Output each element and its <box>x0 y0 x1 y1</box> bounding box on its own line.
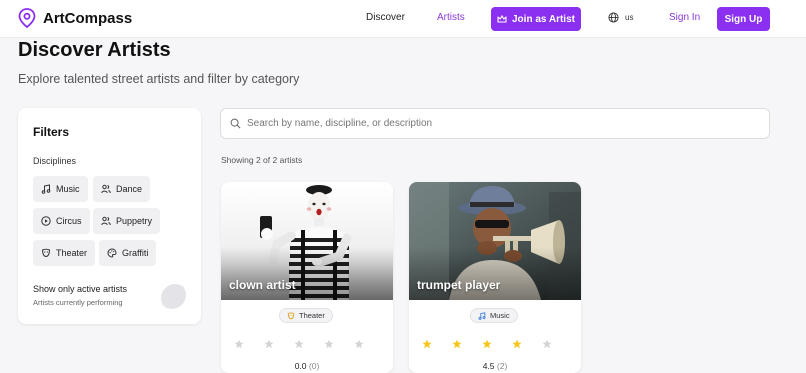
sign-in-link[interactable]: Sign In <box>669 12 700 23</box>
rating-summary: 0.0 (0) <box>221 361 393 371</box>
active-artists-toggle[interactable] <box>158 281 186 309</box>
rating-value: 0.0 <box>294 361 307 371</box>
discipline-chip-graffiti[interactable]: Graffiti <box>99 240 157 266</box>
page-title: Discover Artists <box>18 39 171 61</box>
nav-discover-link[interactable]: Discover <box>366 12 405 23</box>
discipline-badge: Theater <box>279 308 333 323</box>
discipline-badge-label: Music <box>490 311 510 320</box>
chip-label: Puppetry <box>116 216 153 226</box>
results-count: Showing 2 of 2 artists <box>221 155 303 165</box>
artist-card[interactable]: clown artist Theater 0.0 (0) <box>221 182 393 373</box>
page-subtitle: Explore talented street artists and filt… <box>18 72 300 86</box>
language-selector[interactable]: us <box>608 12 633 23</box>
search-icon <box>230 118 241 129</box>
people-icon <box>101 184 111 194</box>
search-input[interactable] <box>247 118 747 129</box>
chip-label: Dance <box>116 184 143 194</box>
people-icon <box>101 216 111 226</box>
nav-artists-link[interactable]: Artists <box>437 12 465 23</box>
chip-label: Graffiti <box>122 248 149 258</box>
star-icon <box>542 339 552 349</box>
artist-card[interactable]: trumpet player Music 4.5 (2) <box>409 182 581 373</box>
filters-title: Filters <box>33 125 70 139</box>
rating-stars <box>234 339 364 349</box>
star-icon <box>512 339 522 349</box>
crown-icon <box>497 15 507 23</box>
brand-logo[interactable]: ArtCompass <box>18 8 132 28</box>
filters-panel: Filters Disciplines Music Dance Circus P… <box>18 108 201 324</box>
discipline-chip-theater[interactable]: Theater <box>33 240 96 266</box>
palette-icon <box>107 248 117 258</box>
rating-value: 4.5 <box>482 361 495 371</box>
sign-up-button[interactable]: Sign Up <box>717 7 770 31</box>
rating-stars <box>422 339 552 349</box>
discipline-badge-label: Theater <box>299 311 325 320</box>
music-note-icon <box>41 184 51 194</box>
discipline-badge: Music <box>470 308 518 323</box>
review-count: (0) <box>308 361 320 371</box>
play-circle-icon <box>41 216 51 226</box>
discipline-chip-puppetry[interactable]: Puppetry <box>93 208 161 234</box>
star-icon <box>422 339 432 349</box>
review-count: (2) <box>496 361 508 371</box>
globe-icon <box>608 12 619 23</box>
discipline-chip-music[interactable]: Music <box>33 176 88 202</box>
discipline-chip-circus[interactable]: Circus <box>33 208 90 234</box>
active-artists-label: Show only active artists <box>33 284 128 294</box>
star-icon <box>324 339 334 349</box>
map-pin-icon <box>18 8 36 28</box>
star-icon <box>264 339 274 349</box>
star-icon <box>354 339 364 349</box>
chip-label: Music <box>56 184 80 194</box>
language-code: us <box>625 13 634 22</box>
chip-label: Circus <box>56 216 82 226</box>
star-icon <box>234 339 244 349</box>
artist-name: clown artist <box>229 278 296 292</box>
star-icon <box>482 339 492 349</box>
star-icon <box>294 339 304 349</box>
disciplines-label: Disciplines <box>33 156 77 166</box>
discipline-chip-dance[interactable]: Dance <box>93 176 151 202</box>
search-bar <box>220 108 770 139</box>
top-navbar: ArtCompass Discover Artists Join as Arti… <box>0 0 806 38</box>
join-as-artist-button[interactable]: Join as Artist <box>491 7 581 31</box>
rating-summary: 4.5 (2) <box>409 361 581 371</box>
active-artists-description: Artists currently performing <box>33 298 123 307</box>
brand-name: ArtCompass <box>43 9 133 27</box>
music-note-icon <box>478 311 486 320</box>
mask-icon <box>41 248 51 258</box>
star-icon <box>452 339 462 349</box>
chip-label: Theater <box>56 248 88 258</box>
artist-name: trumpet player <box>417 278 501 292</box>
join-button-label: Join as Artist <box>512 13 575 25</box>
mask-icon <box>287 312 295 319</box>
